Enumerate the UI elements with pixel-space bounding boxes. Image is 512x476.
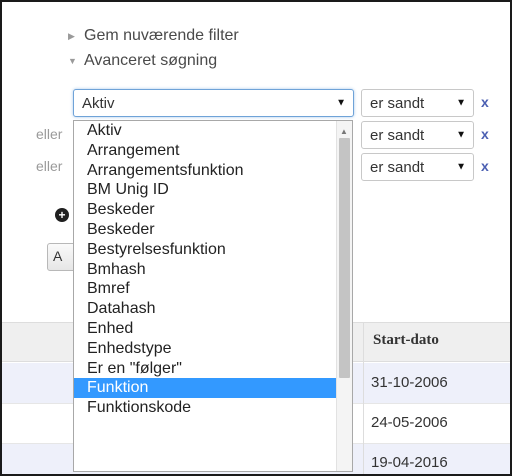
dropdown-option[interactable]: Beskeder xyxy=(74,200,337,220)
start-date-cell: 19-04-2016 xyxy=(371,454,448,471)
field-dropdown-list[interactable]: Aktiv Arrangement Arrangementsfunktion B… xyxy=(73,120,353,472)
chevron-down-icon: ▼ xyxy=(456,161,466,173)
field-select[interactable]: Aktiv ▼ xyxy=(73,89,354,117)
dropdown-option-selected[interactable]: Funktion xyxy=(74,378,337,399)
operator-select-1[interactable]: er sandt ▼ xyxy=(361,89,474,117)
chevron-down-icon: ▼ xyxy=(456,97,466,109)
column-divider xyxy=(363,322,364,474)
or-label: eller xyxy=(36,126,63,142)
chevron-down-icon: ▼ xyxy=(456,129,466,141)
dropdown-option[interactable]: Bmref xyxy=(74,279,337,299)
dropdown-option[interactable]: Bestyrelsesfunktion xyxy=(74,240,337,260)
filter-panel: ▶ Gem nuværende filter ▼ Avanceret søgni… xyxy=(0,0,512,476)
chevron-down-icon: ▼ xyxy=(336,97,346,109)
save-filter-link[interactable]: ▶ Gem nuværende filter xyxy=(68,27,239,45)
caret-right-icon: ▶ xyxy=(68,30,75,41)
start-date-cell: 31-10-2006 xyxy=(371,374,448,391)
advanced-search-link[interactable]: ▼ Avanceret søgning xyxy=(68,52,217,70)
operator-select-2[interactable]: er sandt ▼ xyxy=(361,121,474,149)
dropdown-option[interactable]: Er en "følger" xyxy=(74,359,337,379)
dropdown-option[interactable]: Funktionskode xyxy=(74,398,337,418)
dropdown-option[interactable]: Beskeder xyxy=(74,220,337,240)
dropdown-option[interactable]: Aktiv xyxy=(74,121,337,141)
dropdown-option[interactable]: Arrangement xyxy=(74,141,337,161)
add-condition-icon[interactable]: + xyxy=(55,208,69,222)
caret-down-icon: ▼ xyxy=(68,56,77,66)
scrollbar-thumb[interactable] xyxy=(339,138,350,378)
dropdown-option[interactable]: Arrangementsfunktion xyxy=(74,161,337,181)
start-date-cell: 24-05-2006 xyxy=(371,414,448,431)
dropdown-option[interactable]: Enhed xyxy=(74,319,337,339)
dropdown-option[interactable]: Enhedstype xyxy=(74,339,337,359)
dropdown-option[interactable]: Bmhash xyxy=(74,260,337,280)
remove-condition-button[interactable]: x xyxy=(481,126,489,142)
remove-condition-button[interactable]: x xyxy=(481,158,489,174)
remove-condition-button[interactable]: x xyxy=(481,94,489,110)
operator-select-3[interactable]: er sandt ▼ xyxy=(361,153,474,181)
dropdown-option[interactable]: BM Unig ID xyxy=(74,180,337,200)
scroll-up-icon[interactable]: ▲ xyxy=(340,127,348,136)
column-header-start-date[interactable]: Start-dato xyxy=(373,332,439,349)
dropdown-option[interactable]: Datahash xyxy=(74,299,337,319)
or-label: eller xyxy=(36,158,63,174)
field-select-value: Aktiv xyxy=(82,94,115,112)
dropdown-scrollbar[interactable]: ▲ xyxy=(336,121,352,471)
